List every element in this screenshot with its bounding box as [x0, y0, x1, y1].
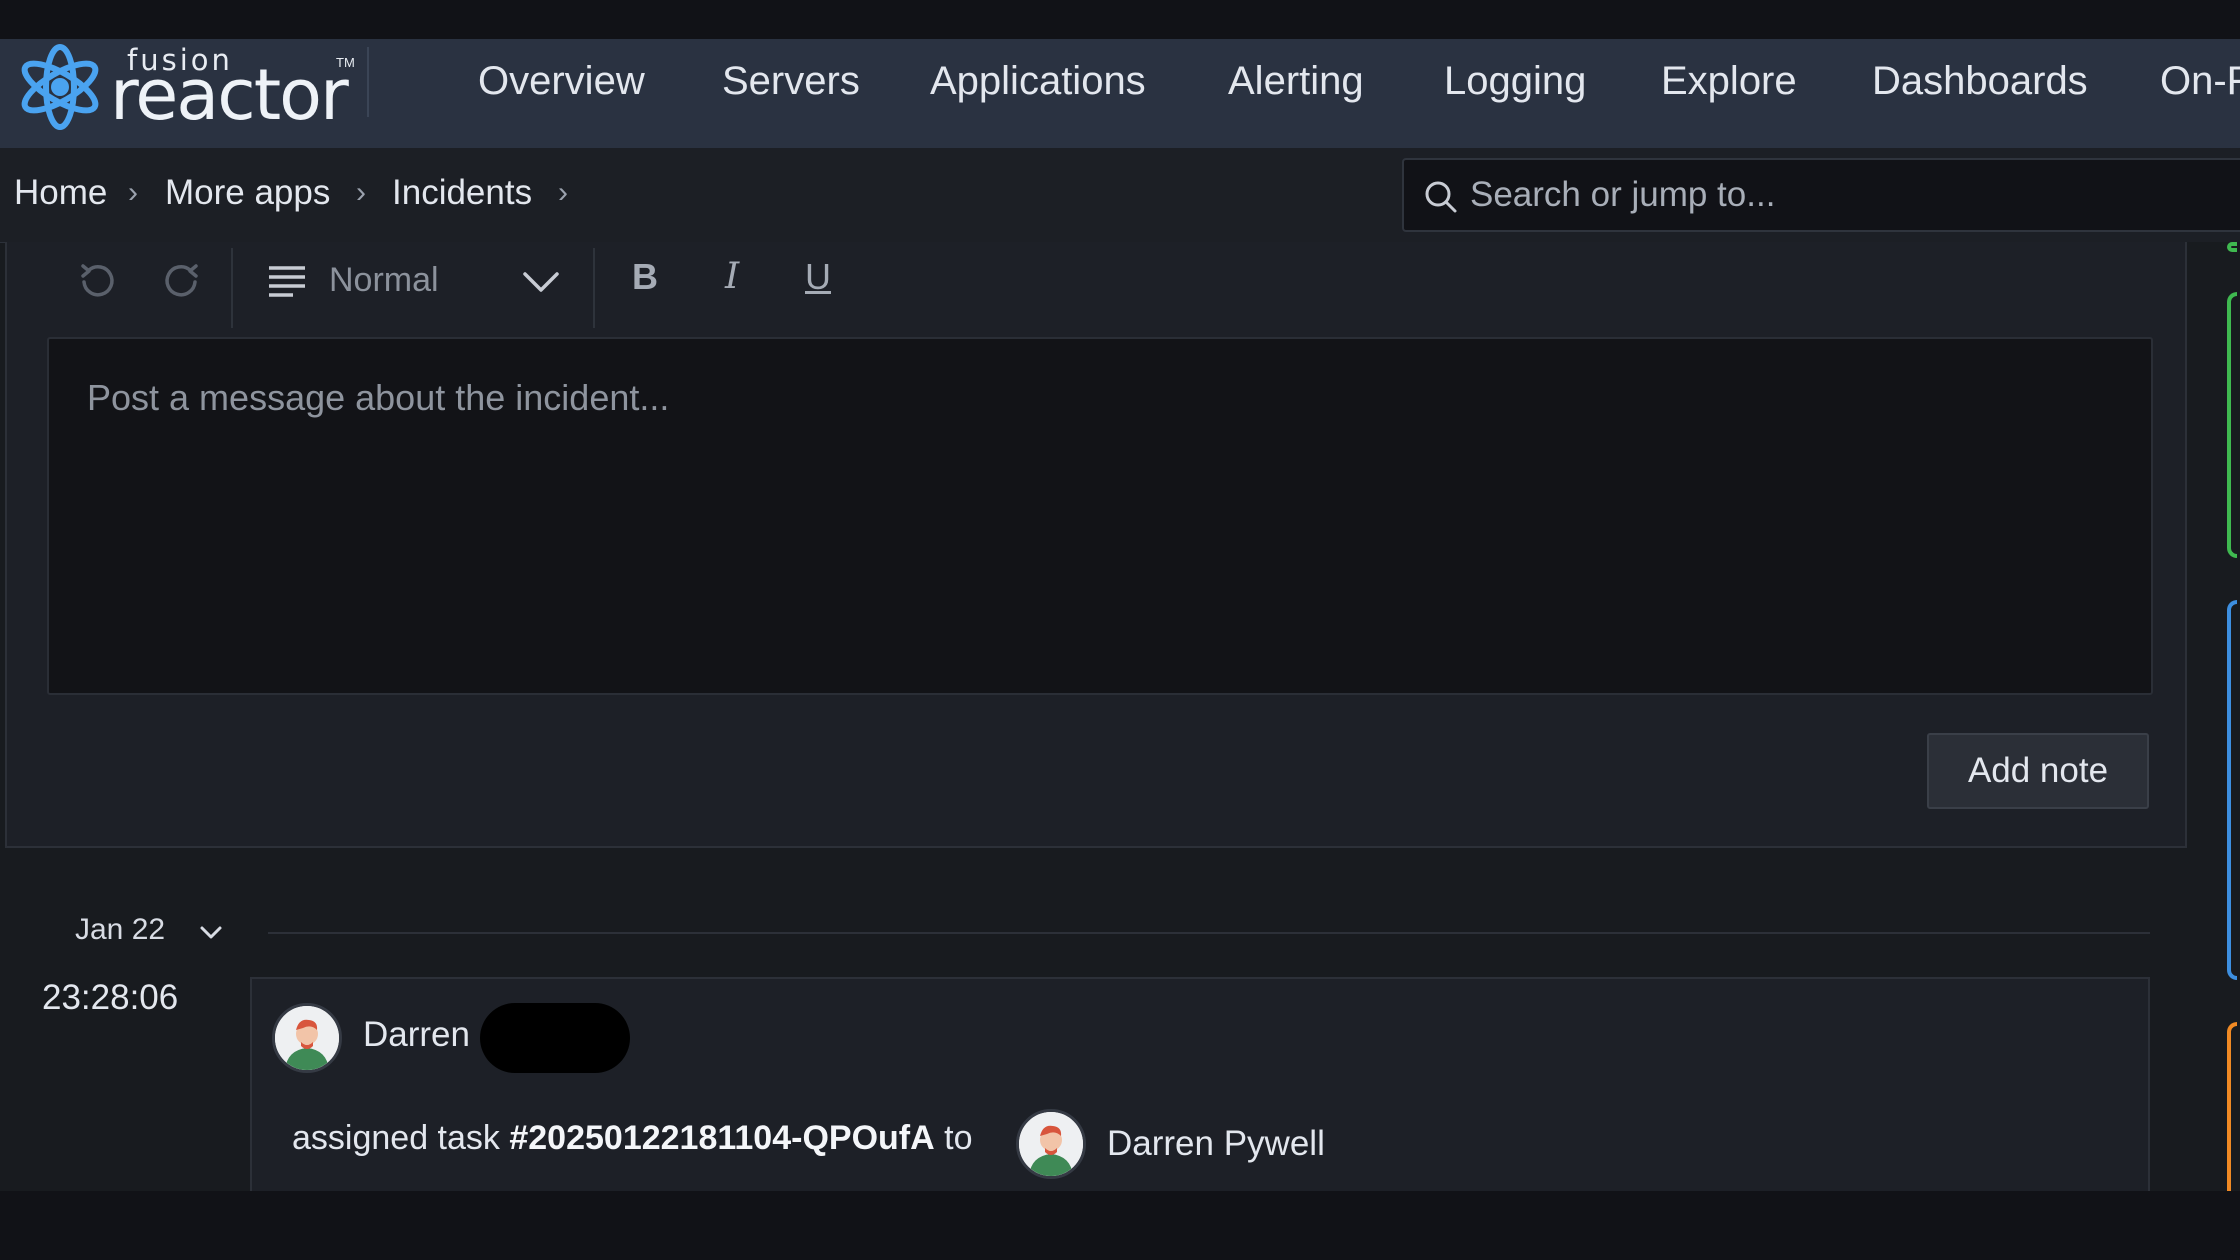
breadcrumb-separator: › [128, 176, 138, 209]
task-id-link[interactable]: #20250122181104-QPOufA [509, 1119, 934, 1157]
underline-button[interactable]: U [805, 256, 831, 298]
nav-applications[interactable]: Applications [930, 59, 1146, 103]
redaction-block [480, 1003, 630, 1073]
activity-description: assigned task #20250122181104-QPOufA to [292, 1119, 972, 1158]
timeline-divider [268, 932, 2150, 934]
nav-overview[interactable]: Overview [478, 59, 645, 103]
nav-dashboards[interactable]: Dashboards [1872, 59, 2088, 103]
status-edge-orange [2227, 1022, 2237, 1191]
note-composer-panel: Normal B I U Post a message about the in… [5, 242, 2187, 848]
event-time: 23:28:06 [42, 978, 179, 1017]
logo-divider [367, 47, 369, 117]
assignee-name[interactable]: Darren Pywell [1107, 1124, 1325, 1164]
user-avatar-icon [275, 1006, 339, 1070]
status-edge-green-top [2227, 242, 2237, 252]
toolbar-divider [231, 248, 233, 328]
breadcrumb-incidents[interactable]: Incidents [392, 168, 532, 218]
add-note-button[interactable]: Add note [1927, 733, 2149, 809]
status-edge-blue [2227, 600, 2237, 980]
breadcrumb-separator: › [558, 176, 568, 209]
right-sidebar-edge [2187, 242, 2240, 1191]
paragraph-format-icon [269, 266, 305, 297]
chevron-down-icon[interactable] [519, 260, 563, 304]
toolbar-divider [593, 248, 595, 328]
avatar [272, 1003, 342, 1073]
nav-alerting[interactable]: Alerting [1228, 59, 1364, 103]
top-strip [0, 0, 2240, 39]
avatar [1016, 1109, 1086, 1179]
bold-button[interactable]: B [632, 256, 658, 298]
breadcrumb-bar: Home › More apps › Incidents › Search or… [0, 148, 2240, 243]
action-suffix: to [934, 1119, 973, 1157]
fusionreactor-logo[interactable]: fusion reactor TM [14, 39, 355, 148]
search-icon [1425, 181, 1457, 213]
bottom-strip [0, 1191, 2240, 1260]
undo-icon[interactable] [75, 258, 119, 302]
action-prefix: assigned task [292, 1119, 510, 1157]
top-navbar: fusion reactor TM Overview Servers Appli… [0, 39, 2240, 149]
nav-logging[interactable]: Logging [1444, 59, 1586, 103]
message-placeholder: Post a message about the incident... [87, 377, 670, 418]
status-edge-green [2227, 292, 2237, 558]
message-editor[interactable]: Post a message about the incident... [47, 337, 2153, 695]
nav-servers[interactable]: Servers [722, 59, 860, 103]
breadcrumb-separator: › [356, 176, 366, 209]
search-box[interactable]: Search or jump to... [1402, 158, 2240, 232]
redo-icon[interactable] [160, 258, 204, 302]
logo-trademark: TM [336, 55, 355, 70]
actor-name[interactable]: Darren [363, 1015, 470, 1055]
breadcrumb-home[interactable]: Home [14, 168, 107, 218]
chevron-down-icon[interactable] [198, 924, 224, 942]
atom-logo-icon [21, 44, 99, 130]
breadcrumb-more-apps[interactable]: More apps [165, 168, 330, 218]
nav-on-call[interactable]: On-F [2160, 59, 2240, 103]
nav-explore[interactable]: Explore [1661, 59, 1797, 103]
text-format-select[interactable]: Normal [329, 254, 439, 306]
timeline-date[interactable]: Jan 22 [75, 913, 165, 947]
search-input[interactable]: Search or jump to... [1470, 160, 1775, 230]
user-avatar-icon [1019, 1112, 1083, 1176]
italic-button[interactable]: I [725, 256, 739, 297]
logo-word-reactor: reactor [110, 54, 349, 136]
